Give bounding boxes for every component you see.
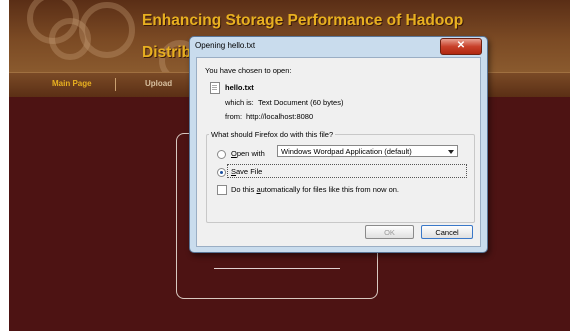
dialog-title: Opening hello.txt — [195, 41, 256, 50]
ok-button[interactable]: OK — [365, 225, 414, 239]
bottom-edge — [0, 331, 570, 336]
open-with-text: pen with — [236, 149, 265, 158]
open-with-app-value: Windows Wordpad Application (default) — [281, 147, 412, 156]
file-source-value: http://localhost:8080 — [246, 112, 314, 121]
content-divider — [214, 268, 340, 269]
dialog-titlebar[interactable]: Opening hello.txt ✕ — [190, 37, 487, 55]
file-source-label: from: — [225, 112, 243, 121]
auto-text-a: Do this — [231, 185, 257, 194]
open-with-app-select[interactable]: Windows Wordpad Application (default) — [277, 145, 458, 157]
close-button[interactable]: ✕ — [440, 38, 482, 55]
save-file-focus-box — [227, 164, 467, 178]
nav-upload[interactable]: Upload — [145, 79, 172, 88]
nav-main-page[interactable]: Main Page — [52, 79, 92, 88]
intro-text: You have chosen to open: — [205, 66, 292, 75]
auto-text-b: utomatically for files like this from no… — [260, 185, 399, 194]
open-with-label[interactable]: Open with — [231, 149, 265, 158]
save-file-radio[interactable] — [217, 168, 226, 177]
file-type-value: Text Document (60 bytes) — [258, 98, 344, 107]
auto-checkbox-label[interactable]: Do this automatically for files like thi… — [231, 185, 399, 194]
text-file-icon — [210, 82, 220, 94]
action-question: What should Firefox do with this file? — [209, 130, 336, 139]
chevron-down-icon — [448, 150, 454, 154]
site-title: Enhancing Storage Performance of Hadoop — [142, 12, 464, 29]
dialog-body: You have chosen to open: hello.txt which… — [196, 57, 481, 247]
open-with-radio[interactable] — [217, 150, 226, 159]
cancel-button[interactable]: Cancel — [421, 225, 473, 239]
save-file-label[interactable]: Save File — [231, 167, 262, 176]
file-type-label: which is: — [225, 98, 254, 107]
site-title-line2: Distrib — [142, 44, 192, 61]
file-name: hello.txt — [225, 83, 254, 92]
nav-separator — [115, 78, 116, 91]
decorative-swirl — [79, 2, 135, 58]
auto-checkbox[interactable] — [217, 185, 227, 195]
save-file-text: ave File — [236, 167, 263, 176]
file-download-dialog: Opening hello.txt ✕ You have chosen to o… — [189, 36, 488, 253]
